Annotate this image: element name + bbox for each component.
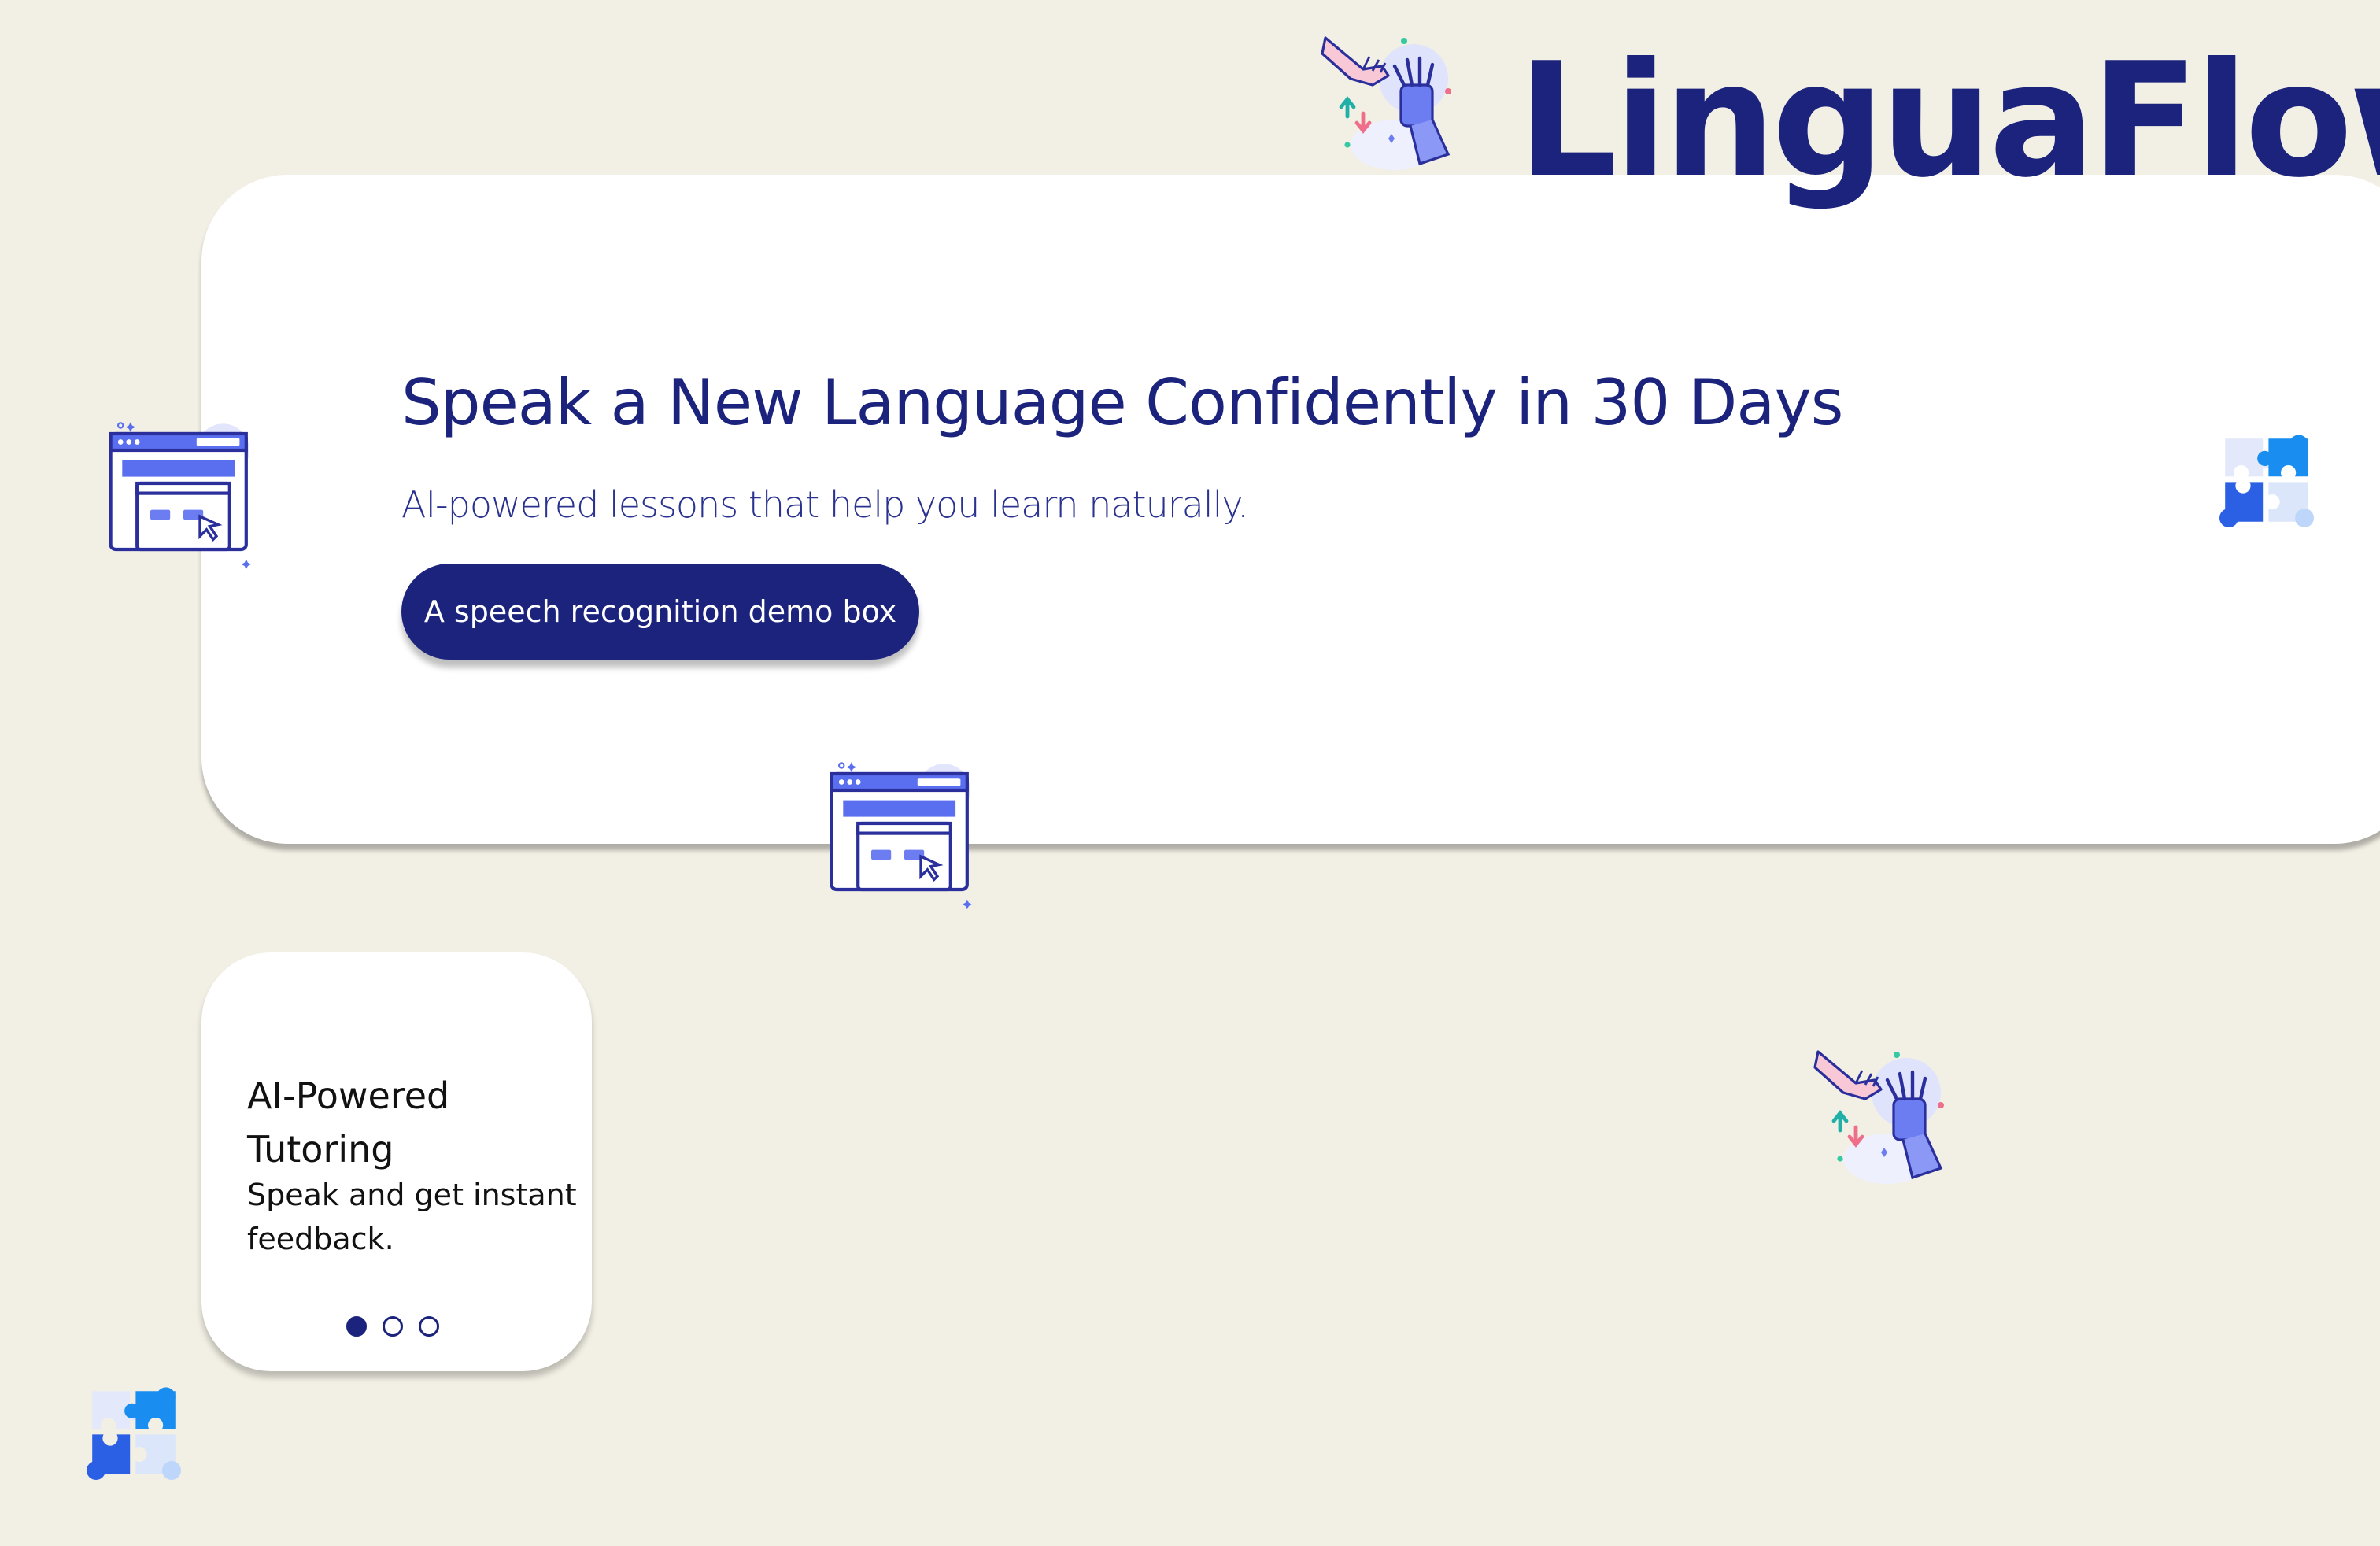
- carousel-dots: [346, 1316, 439, 1337]
- hero-subtitle: AI-powered lessons that help you learn n…: [401, 483, 1249, 526]
- puzzle-icon: [2219, 433, 2314, 527]
- browser-window-icon: [822, 757, 987, 923]
- feature-title: AI-Powered Tutoring: [247, 1074, 450, 1171]
- carousel-dot-1[interactable]: [346, 1316, 367, 1337]
- feature-card: AI-Powered Tutoring Speak and get instan…: [201, 952, 592, 1371]
- browser-window-icon: [101, 417, 266, 583]
- speech-demo-button[interactable]: A speech recognition demo box: [401, 564, 919, 660]
- hero-title: Speak a New Language Confidently in 30 D…: [401, 366, 1843, 439]
- feature-description: Speak and get instant feedback.: [247, 1178, 577, 1256]
- carousel-dot-3[interactable]: [419, 1316, 439, 1337]
- human-robot-hand-icon: [1316, 22, 1473, 179]
- puzzle-icon: [87, 1385, 181, 1480]
- carousel-dot-2[interactable]: [382, 1316, 403, 1337]
- human-robot-hand-icon: [1809, 1036, 1966, 1193]
- brand-logo-text[interactable]: LinguaFlow: [1517, 19, 2380, 224]
